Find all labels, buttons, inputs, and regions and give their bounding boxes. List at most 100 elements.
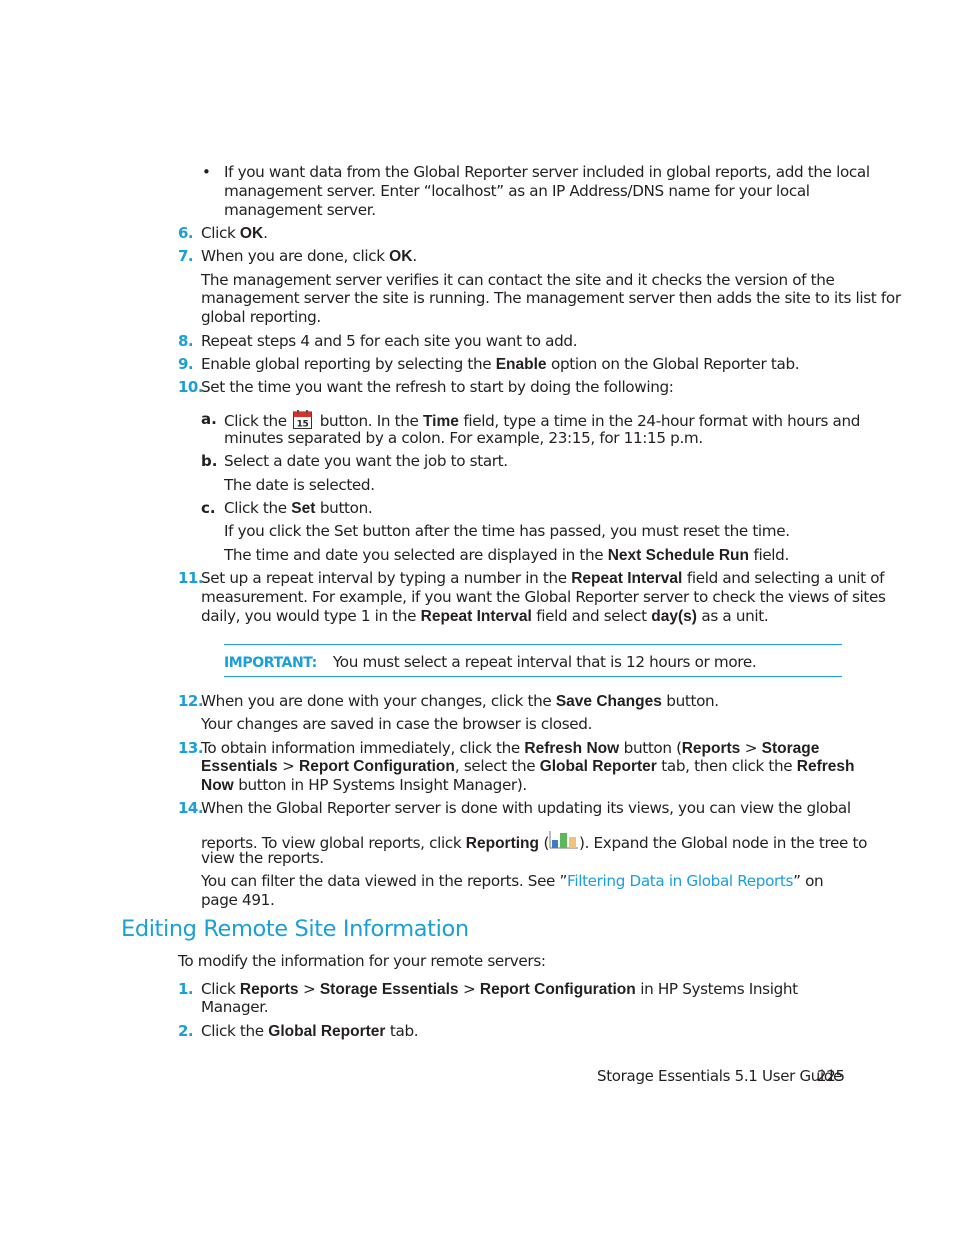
calendar-icon: 15	[293, 410, 313, 430]
step-number: 7.	[178, 247, 194, 265]
step-number: 13.	[178, 739, 204, 757]
text: Click	[201, 980, 240, 998]
text: field.	[748, 546, 789, 564]
important-note: IMPORTANT: You must select a repeat inter…	[224, 653, 757, 673]
text: button (	[619, 739, 682, 757]
text: Click the	[224, 412, 292, 430]
step-number: 1.	[178, 980, 194, 998]
page-number: 225	[817, 1067, 845, 1085]
text: >	[298, 980, 320, 998]
step-14-line4: You can filter the data viewed in the re…	[201, 872, 824, 891]
text: daily, you would type 1 in the	[201, 607, 421, 625]
reporting-label: Reporting	[465, 835, 539, 852]
substep-b-text: Select a date you want the job to start.	[224, 452, 508, 470]
ok-label: OK	[389, 248, 413, 265]
text: tab, then click the	[656, 757, 797, 775]
step-13-line3: Now button in HP Systems Insight Manager…	[201, 776, 527, 795]
text: field and select	[531, 607, 652, 625]
step-14-line3: view the reports.	[201, 849, 324, 867]
step-12-note: Your changes are saved in case the brows…	[201, 715, 593, 733]
bullet-text-line: management server.	[224, 201, 376, 219]
text: Click	[201, 224, 240, 242]
text: Enable global reporting by selecting the	[201, 355, 496, 373]
text: You can filter the data viewed in the re…	[201, 872, 568, 890]
days-label: day(s)	[651, 608, 697, 625]
text: as a unit.	[696, 607, 769, 625]
reports-label: Reports	[681, 740, 741, 757]
step-14-line5: page 491.	[201, 891, 275, 909]
text: , select the	[454, 757, 540, 775]
step-number: 12.	[178, 692, 204, 710]
important-rule-top	[224, 644, 842, 645]
global-reporter-label: Global Reporter	[268, 1023, 386, 1040]
substep-b-note: The date is selected.	[224, 476, 375, 494]
time-label: Time	[422, 413, 459, 430]
step-14-line1: When the Global Reporter server is done …	[201, 799, 851, 817]
step-11-line2: measurement. For example, if you want th…	[201, 588, 886, 606]
footer-guide-title: Storage Essentials 5.1 User Guide	[597, 1067, 843, 1085]
ok-label: OK	[239, 225, 264, 242]
reports-label: Reports	[239, 981, 299, 998]
step-number: 10.	[178, 378, 204, 396]
report-configuration-label: Report Configuration	[299, 758, 455, 775]
report-configuration-label: Report Configuration	[479, 981, 636, 998]
text: field and selecting a unit of	[682, 569, 885, 587]
repeat-interval-label: Repeat Interval	[571, 570, 683, 587]
section-step-1-line2: Manager.	[201, 998, 269, 1016]
step-13-line2: Essentials > Report Configuration, selec…	[201, 757, 854, 776]
reporting-icon	[549, 830, 579, 850]
substep-c-text: Click the Set button.	[224, 499, 373, 518]
text: .	[412, 247, 417, 265]
important-text: You must select a repeat interval that i…	[332, 653, 757, 671]
next-schedule-run-label: Next Schedule Run	[607, 547, 749, 564]
text: tab.	[385, 1022, 419, 1040]
text: >	[277, 757, 300, 775]
step-9-text: Enable global reporting by selecting the…	[201, 355, 800, 374]
substep-c-note1: If you click the Set button after the ti…	[224, 522, 790, 540]
filtering-data-link[interactable]: Filtering Data in Global Reports	[567, 872, 793, 890]
save-changes-label: Save Changes	[555, 693, 662, 710]
step-number: 14.	[178, 799, 204, 817]
global-reporter-label: Global Reporter	[539, 758, 657, 775]
set-label: Set	[291, 500, 316, 517]
text: Set up a repeat interval by typing a num…	[201, 569, 572, 587]
text: button.	[315, 499, 373, 517]
refresh-now-label: Refresh Now	[524, 740, 620, 757]
section-heading: Editing Remote Site Information	[121, 916, 469, 942]
step-7-text: When you are done, click OK.	[201, 247, 417, 266]
now-label: Now	[201, 777, 234, 794]
text: When you are done with your changes, cli…	[201, 692, 556, 710]
section-intro: To modify the information for your remot…	[178, 952, 546, 970]
substep-label: c.	[201, 499, 216, 517]
text: ). Expand the Global node in the tree to	[579, 834, 868, 852]
substep-label: b.	[201, 452, 218, 470]
substep-a-text: Click the 15 button. In the Time field, …	[224, 410, 860, 431]
calendar-day: 15	[297, 420, 309, 430]
text: (	[538, 834, 550, 852]
substep-label: a.	[201, 410, 217, 428]
text: in HP Systems Insight	[635, 980, 798, 998]
bullet-marker: •	[202, 163, 211, 181]
step-number: 11.	[178, 569, 204, 587]
step-number: 6.	[178, 224, 194, 242]
step-13-line1: To obtain information immediately, click…	[201, 739, 819, 758]
essentials-label: Essentials	[201, 758, 278, 775]
text: field, type a time in the 24-hour format…	[458, 412, 861, 430]
text: >	[458, 980, 480, 998]
step-11-line1: Set up a repeat interval by typing a num…	[201, 569, 885, 588]
bullet-text-line: If you want data from the Global Reporte…	[224, 163, 870, 181]
bullet-text-line: management server. Enter “localhost” as …	[224, 182, 810, 200]
substep-c-note2: The time and date you selected are displ…	[224, 546, 789, 565]
section-step-1-line1: Click Reports > Storage Essentials > Rep…	[201, 980, 798, 999]
repeat-interval-label: Repeat Interval	[420, 608, 532, 625]
section-step-2-text: Click the Global Reporter tab.	[201, 1022, 419, 1041]
text: button in HP Systems Insight Manager).	[233, 776, 527, 794]
refresh-label: Refresh	[796, 758, 855, 775]
step-10-text: Set the time you want the refresh to sta…	[201, 378, 674, 396]
text: .	[263, 224, 268, 242]
important-label: IMPORTANT:	[224, 655, 317, 671]
step-number: 8.	[178, 332, 194, 350]
text: To obtain information immediately, click…	[201, 739, 525, 757]
step-7-note-line: management server the site is running. T…	[201, 289, 901, 307]
step-12-text: When you are done with your changes, cli…	[201, 692, 719, 711]
